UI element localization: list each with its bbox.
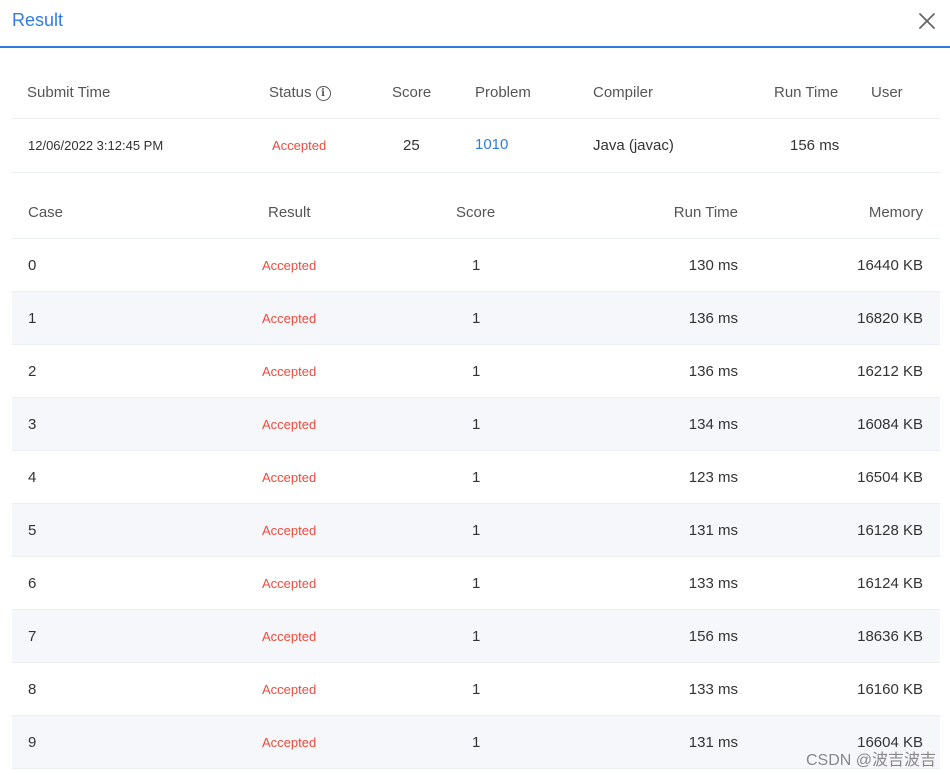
- case-score: 1: [472, 257, 481, 274]
- header-compiler: Compiler: [593, 84, 654, 101]
- case-memory: 16128 KB: [857, 522, 923, 539]
- problem-link[interactable]: 1010: [475, 136, 508, 153]
- watermark: CSDN @波吉波吉: [805, 752, 936, 769]
- case-run-time: 136 ms: [688, 310, 738, 327]
- case-memory: 16124 KB: [857, 575, 923, 592]
- header-problem: Problem: [475, 84, 531, 101]
- case-result: Accepted: [262, 470, 317, 485]
- table-row: 7 Accepted 1 156 ms 18636 KB: [12, 610, 940, 663]
- status-value: Accepted: [272, 138, 327, 153]
- table-row: 5 Accepted 1 131 ms 16128 KB: [12, 504, 940, 557]
- table-row: 1 Accepted 1 136 ms 16820 KB: [12, 292, 940, 345]
- header-case-run-time: Run Time: [673, 204, 738, 221]
- header-memory: Memory: [868, 204, 923, 221]
- compiler-value: Java (javac): [593, 137, 674, 154]
- table-row: 3 Accepted 1 134 ms 16084 KB: [12, 398, 940, 451]
- case-score: 1: [472, 734, 481, 751]
- case-score: 1: [472, 628, 481, 645]
- case-run-time: 131 ms: [688, 522, 738, 539]
- case-result: Accepted: [262, 682, 317, 697]
- case-number: 0: [28, 257, 37, 274]
- case-score: 1: [472, 416, 481, 433]
- table-row: 4 Accepted 1 123 ms 16504 KB: [12, 451, 940, 504]
- case-run-time: 123 ms: [688, 469, 738, 486]
- case-run-time: 133 ms: [688, 575, 738, 592]
- case-memory: 16820 KB: [857, 310, 923, 327]
- table-row: 0 Accepted 1 130 ms 16440 KB: [12, 239, 940, 292]
- case-run-time: 133 ms: [688, 681, 738, 698]
- case-number: 4: [28, 469, 37, 486]
- cases-header-row: Case Result Score Run Time Memory: [12, 186, 940, 239]
- case-memory: 16084 KB: [857, 416, 923, 433]
- submit-time-value: 12/06/2022 3:12:45 PM: [28, 138, 164, 153]
- case-memory: 16440 KB: [857, 257, 923, 274]
- case-number: 1: [28, 310, 37, 327]
- case-number: 6: [28, 575, 37, 592]
- table-row: 2 Accepted 1 136 ms 16212 KB: [12, 345, 940, 398]
- case-score: 1: [472, 522, 481, 539]
- cases-table: Case Result Score Run Time Memory 0 Accep…: [12, 186, 940, 769]
- case-result: Accepted: [262, 735, 317, 750]
- summary-data-row: 12/06/2022 3:12:45 PM Accepted 25 1010 J…: [12, 119, 940, 173]
- case-number: 2: [28, 363, 37, 380]
- case-run-time: 156 ms: [688, 628, 738, 645]
- case-result: Accepted: [262, 523, 317, 538]
- case-rows: 0 Accepted 1 130 ms 16440 KB 1 Accepted 1 136 ms…: [12, 239, 940, 769]
- header-case-score: Score: [456, 204, 496, 221]
- close-icon[interactable]: [916, 10, 938, 32]
- case-result: Accepted: [262, 311, 317, 326]
- case-score: 1: [472, 575, 481, 592]
- case-score: 1: [472, 681, 481, 698]
- case-score: 1: [472, 310, 481, 327]
- case-run-time: 131 ms: [688, 734, 738, 751]
- table-row: 9 Accepted 1 131 ms 16604 KB: [12, 716, 940, 769]
- result-dialog: Result Submit Time Status i Score Problem…: [0, 0, 950, 775]
- case-run-time: 136 ms: [688, 363, 738, 380]
- header-case: Case: [28, 204, 64, 221]
- summary-header-row: Submit Time Status i Score Problem Compil…: [12, 66, 940, 119]
- case-number: 8: [28, 681, 37, 698]
- header-status: Status i: [269, 84, 331, 101]
- case-memory: 16504 KB: [857, 469, 923, 486]
- info-icon[interactable]: i: [315, 86, 331, 101]
- case-memory: 16212 KB: [857, 363, 923, 380]
- header-score: Score: [392, 84, 432, 101]
- header-submit-time: Submit Time: [27, 84, 111, 101]
- header-run-time: Run Time: [774, 84, 839, 101]
- table-row: 6 Accepted 1 133 ms 16124 KB: [12, 557, 940, 610]
- case-number: 7: [28, 628, 37, 645]
- run-time-value: 156 ms: [790, 137, 840, 154]
- case-score: 1: [472, 363, 481, 380]
- case-run-time: 134 ms: [688, 416, 738, 433]
- case-run-time: 130 ms: [688, 257, 738, 274]
- case-memory: 18636 KB: [857, 628, 923, 645]
- header-user: User: [871, 84, 903, 101]
- score-value: 25: [403, 137, 420, 154]
- case-result: Accepted: [262, 417, 317, 432]
- case-number: 3: [28, 416, 37, 433]
- header-result: Result: [268, 204, 311, 221]
- dialog-header: Result: [0, 0, 950, 48]
- case-number: 9: [28, 734, 37, 751]
- table-row: 8 Accepted 1 133 ms 16160 KB: [12, 663, 940, 716]
- case-result: Accepted: [262, 629, 317, 644]
- dialog-title: Result: [12, 10, 64, 30]
- case-result: Accepted: [262, 364, 317, 379]
- summary-table: Submit Time Status i Score Problem Compil…: [12, 66, 940, 173]
- case-number: 5: [28, 522, 37, 539]
- case-score: 1: [472, 469, 481, 486]
- case-result: Accepted: [262, 576, 317, 591]
- header-status-label: Status: [269, 84, 312, 101]
- case-result: Accepted: [262, 258, 317, 273]
- case-memory: 16160 KB: [857, 681, 923, 698]
